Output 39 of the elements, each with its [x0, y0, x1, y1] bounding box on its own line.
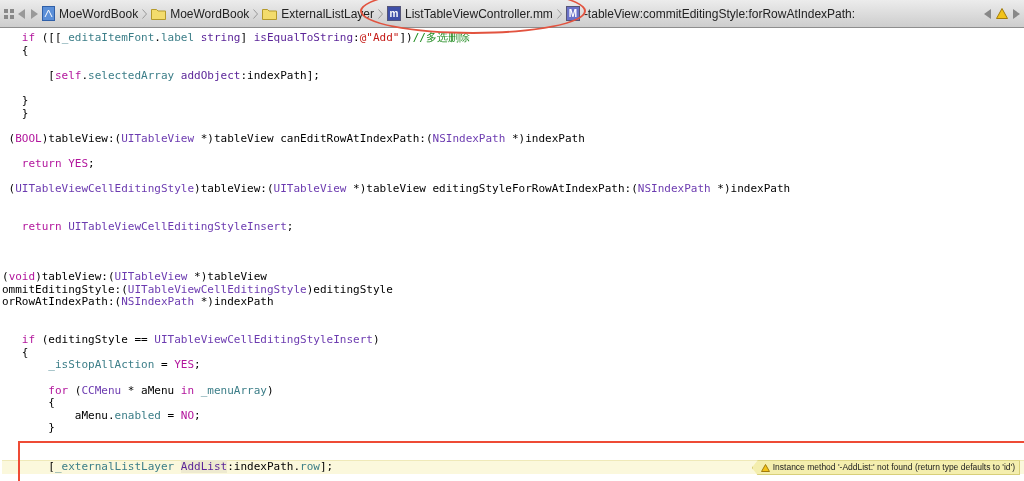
folder-icon: [262, 7, 278, 20]
forward-icon[interactable]: [30, 8, 38, 19]
code-line: }: [47, 422, 56, 435]
chevron-icon: [378, 8, 384, 19]
code-line: {: [20, 346, 30, 360]
chevron-icon: [142, 8, 148, 19]
grid-icon[interactable]: [4, 8, 14, 19]
chevron-icon: [253, 8, 259, 19]
warning-message[interactable]: Instance method '-AddList:' not found (return type defaults to 'id'): [751, 460, 1020, 476]
code-line: return YES;: [20, 157, 96, 171]
breadcrumb-item[interactable]: MoeWordBook: [151, 6, 250, 21]
warning-icon[interactable]: [996, 8, 1008, 19]
code-line: for (CCMenu * aMenu in _menuArray): [47, 384, 275, 398]
previous-issue-icon[interactable]: [984, 8, 992, 19]
code-line: orRowAtIndexPath:(NSIndexPath *)indexPath: [2, 296, 275, 310]
code-line: return UITableViewCellEditingStyleInsert;: [20, 220, 295, 234]
code-line: (BOOL)tableView:(UITableView *)tableView canEditRowAtIndexPath:(NSIndexPath *)indexPath: [7, 132, 586, 146]
breadcrumb-item[interactable]: m ListTableViewController.mm: [387, 6, 553, 21]
code-line: if (editingStyle == UITableViewCellEditingStyleInsert): [20, 334, 381, 347]
code-line: (void)tableView:(UITableView *)tableView: [2, 271, 268, 284]
breadcrumb-item[interactable]: MoeWordBook: [42, 6, 139, 21]
breadcrumb-item[interactable]: M -tableView:commitEditingStyle:forRowAtIndexPath:: [565, 6, 856, 21]
file-icon: m: [387, 6, 402, 21]
next-issue-icon[interactable]: [1012, 8, 1020, 19]
code-line: ommitEditingStyle:(UITableViewCellEditingStyle)editingStyle: [2, 283, 394, 297]
warning-icon: [760, 463, 770, 472]
code-line: }: [20, 107, 30, 121]
code-line: {: [20, 44, 30, 58]
folder-icon: [151, 7, 167, 20]
code-line: aMenu.enabled = NO;: [73, 409, 202, 423]
project-icon: [42, 6, 55, 21]
code-line: }: [20, 94, 30, 108]
code-line: (UITableViewCellEditingStyle)tableView:(UITableView *)tableView editingStyleForRowAtIndexPath:(NSIndexPath *)indexPath: [7, 183, 792, 196]
method-icon: M: [565, 6, 580, 21]
code-line: {: [47, 397, 56, 410]
chevron-icon: [556, 8, 562, 19]
back-icon[interactable]: [18, 8, 26, 19]
code-line: _isStopAllAction = YES;: [47, 359, 202, 373]
code-line: [self.selectedArray addObject:indexPath];: [47, 69, 321, 83]
